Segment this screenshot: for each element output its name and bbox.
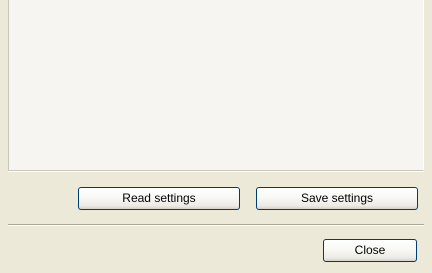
settings-content-panel (8, 0, 424, 171)
panel-bottom-highlight (8, 171, 424, 172)
save-settings-button[interactable]: Save settings (256, 187, 418, 210)
close-button[interactable]: Close (323, 239, 417, 262)
read-settings-button[interactable]: Read settings (78, 187, 240, 210)
footer-separator (8, 224, 424, 226)
